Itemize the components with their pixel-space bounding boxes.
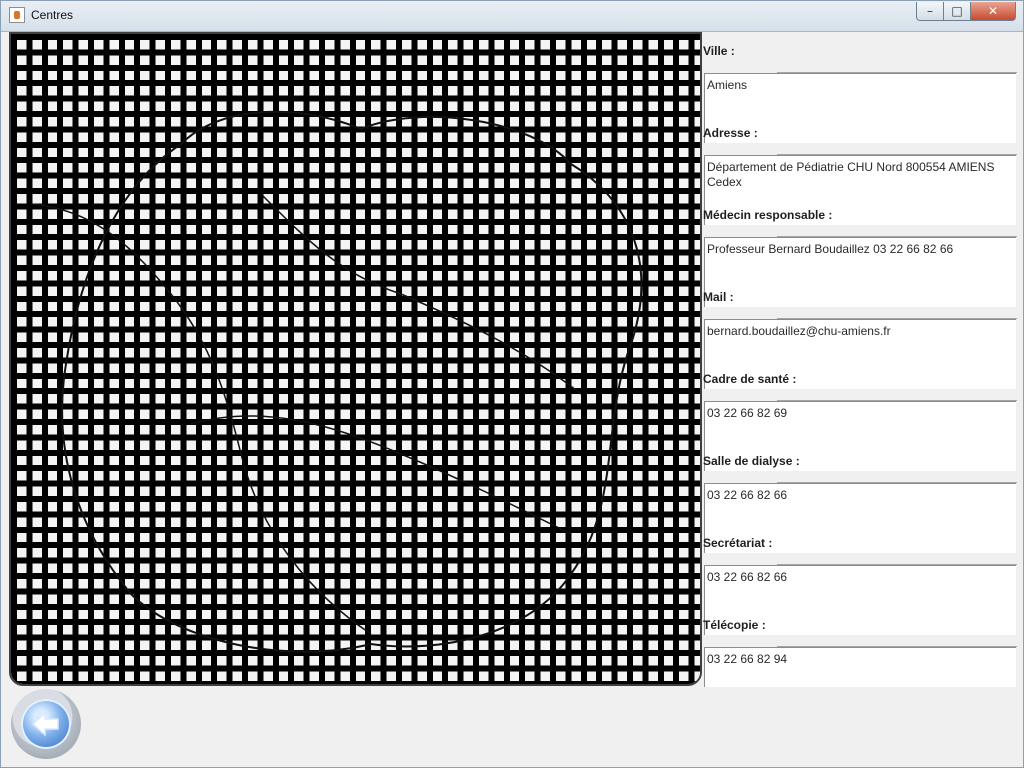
map-outline bbox=[30, 110, 643, 653]
close-button[interactable]: ✕ bbox=[970, 2, 1016, 21]
mail-label: Mail : bbox=[703, 290, 734, 304]
secretariat-label: Secrétariat : bbox=[703, 536, 773, 550]
fax-field[interactable]: 03 22 66 82 94 bbox=[704, 647, 1016, 687]
minimize-button[interactable]: – bbox=[916, 2, 944, 21]
java-icon bbox=[9, 7, 25, 23]
city-label: Ville : bbox=[703, 44, 735, 58]
back-button-inner bbox=[21, 699, 71, 749]
back-arrow-icon bbox=[31, 711, 59, 737]
health-manager-label: Cadre de santé : bbox=[703, 372, 797, 386]
fax-label: Télécopie : bbox=[703, 618, 766, 632]
doctor-label: Médecin responsable : bbox=[703, 208, 833, 222]
window-title: Centres bbox=[31, 8, 74, 22]
title-bar[interactable]: Centres – □ ✕ bbox=[1, 1, 1023, 32]
doctor-field[interactable]: Professeur Bernard Boudaillez 03 22 66 8… bbox=[704, 237, 1016, 307]
center-details-panel: Ville : Amiens Adresse : Département de … bbox=[701, 32, 1019, 687]
application-window: Centres – □ ✕ Ville : Amiens Adresse : D… bbox=[0, 0, 1024, 768]
map-panel[interactable] bbox=[9, 32, 702, 686]
maximize-button[interactable]: □ bbox=[943, 2, 971, 21]
back-button[interactable] bbox=[11, 689, 81, 759]
address-label: Adresse : bbox=[703, 126, 758, 140]
dialysis-room-label: Salle de dialyse : bbox=[703, 454, 800, 468]
